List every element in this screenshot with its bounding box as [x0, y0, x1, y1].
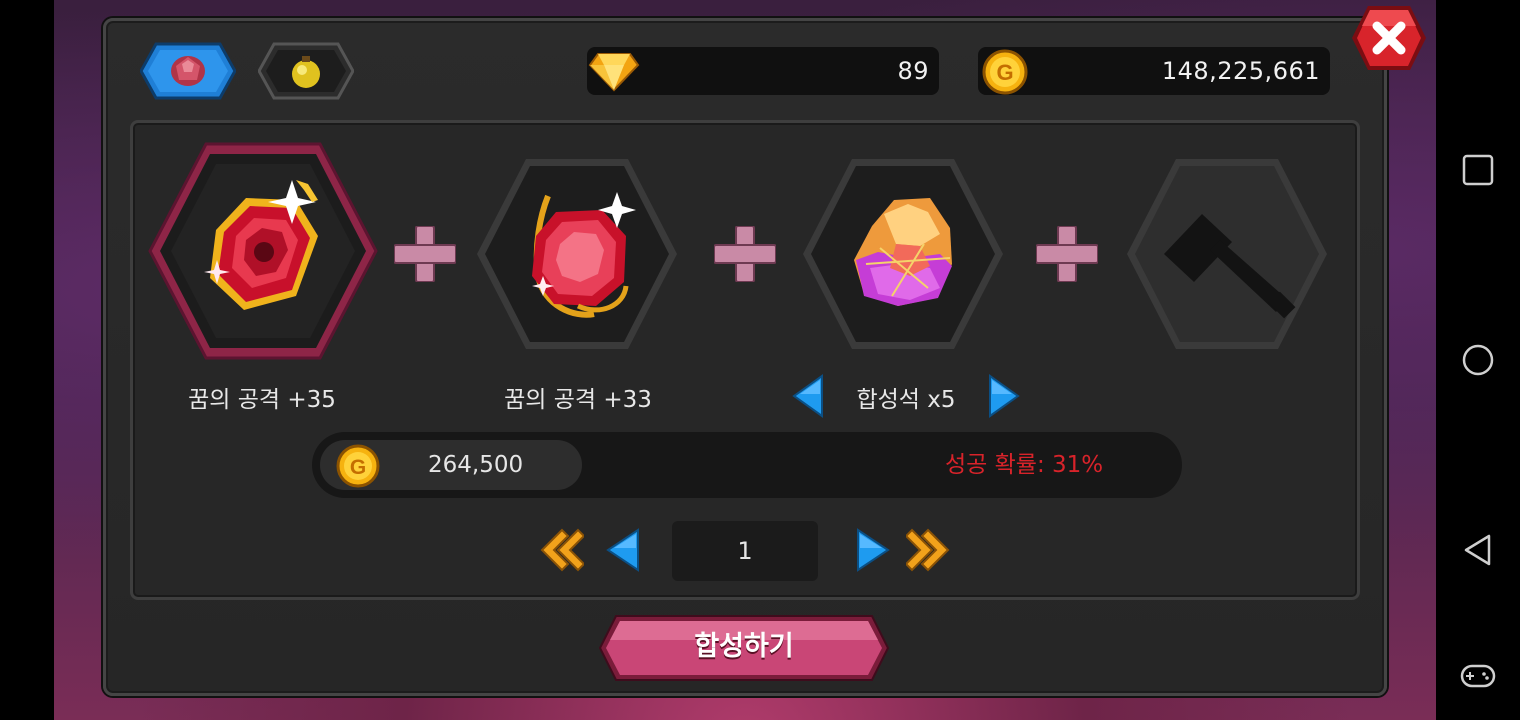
game-tools-button[interactable] — [1458, 656, 1498, 696]
plus-icon — [1036, 226, 1098, 282]
page-number: 1 — [672, 521, 818, 581]
prev-page-button[interactable] — [602, 526, 648, 574]
slot-2[interactable] — [474, 156, 680, 352]
slot-1[interactable] — [146, 140, 380, 362]
diamond-count: 89 — [897, 57, 929, 85]
red-gem-icon — [171, 56, 205, 86]
first-page-button[interactable] — [538, 526, 584, 574]
last-page-button[interactable] — [906, 526, 952, 574]
system-nav-bar — [1436, 0, 1520, 720]
slot-1-label: 꿈의 공격 +35 — [188, 387, 336, 413]
back-triangle-icon — [1464, 534, 1491, 566]
next-page-button[interactable] — [848, 526, 894, 574]
diamond-icon — [588, 53, 640, 92]
square-icon — [1462, 154, 1494, 186]
plus-icon — [714, 226, 776, 282]
circle-icon — [1462, 344, 1494, 376]
next-stone-arrow[interactable] — [986, 374, 1020, 418]
plus-icon — [394, 226, 456, 282]
home-button[interactable] — [1458, 340, 1498, 380]
tab-hexagon — [257, 42, 355, 100]
svg-text:G: G — [350, 456, 366, 479]
slot-2-label: 꿈의 공격 +33 — [504, 387, 652, 413]
prev-stone-arrow[interactable] — [792, 374, 826, 418]
gold-count: 148,225,661 — [1161, 57, 1320, 85]
success-rate: 성공 확률: 31% — [945, 452, 1104, 478]
close-button[interactable] — [1350, 4, 1428, 72]
potion-tab[interactable] — [257, 42, 355, 100]
gold-coin-icon: G — [982, 49, 1028, 95]
back-button[interactable] — [1458, 530, 1498, 570]
cost-value: 264,500 — [428, 452, 524, 478]
ruby-tab[interactable] — [139, 42, 237, 100]
svg-text:G: G — [996, 60, 1013, 85]
tab-hexagon-active — [139, 42, 237, 100]
gold-balance: 148,225,661 — [978, 47, 1330, 95]
gold-coin-icon: G — [336, 444, 380, 488]
slot-3[interactable] — [800, 156, 1006, 352]
recent-apps-button[interactable] — [1458, 150, 1498, 190]
combine-button-label: 합성하기 — [694, 631, 794, 662]
slot-4[interactable] — [1124, 156, 1330, 352]
gamepad-icon — [1460, 664, 1496, 688]
